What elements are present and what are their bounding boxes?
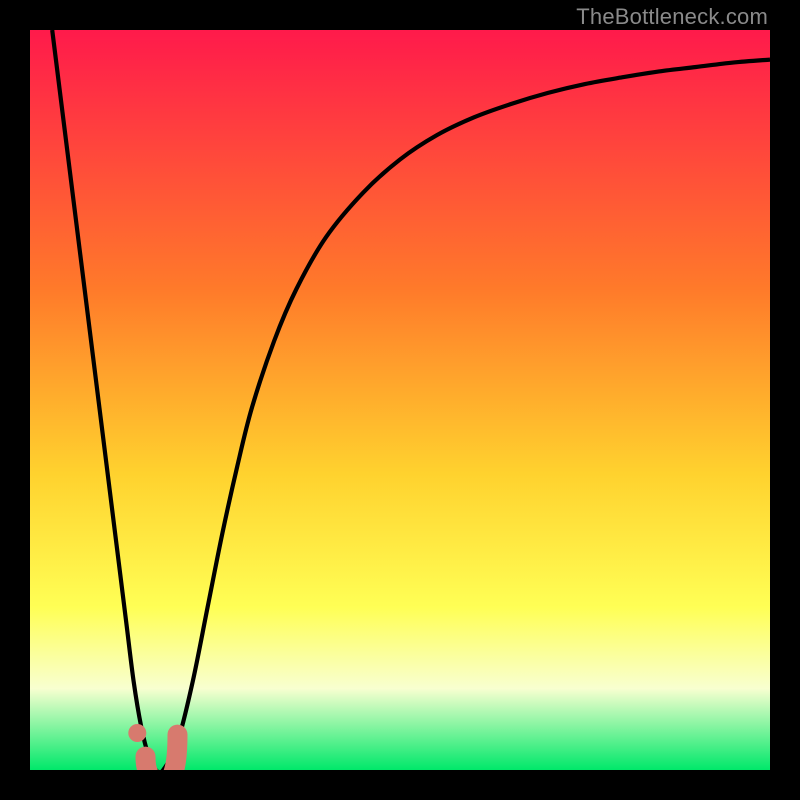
- markers-group: [128, 724, 177, 770]
- outer-frame: TheBottleneck.com: [0, 0, 800, 800]
- watermark-text: TheBottleneck.com: [576, 4, 768, 30]
- plot-area: [30, 30, 770, 770]
- marker-hook: [146, 735, 178, 770]
- bottleneck-curve: [30, 30, 770, 770]
- curve-line: [52, 30, 770, 770]
- marker-dot: [128, 724, 146, 742]
